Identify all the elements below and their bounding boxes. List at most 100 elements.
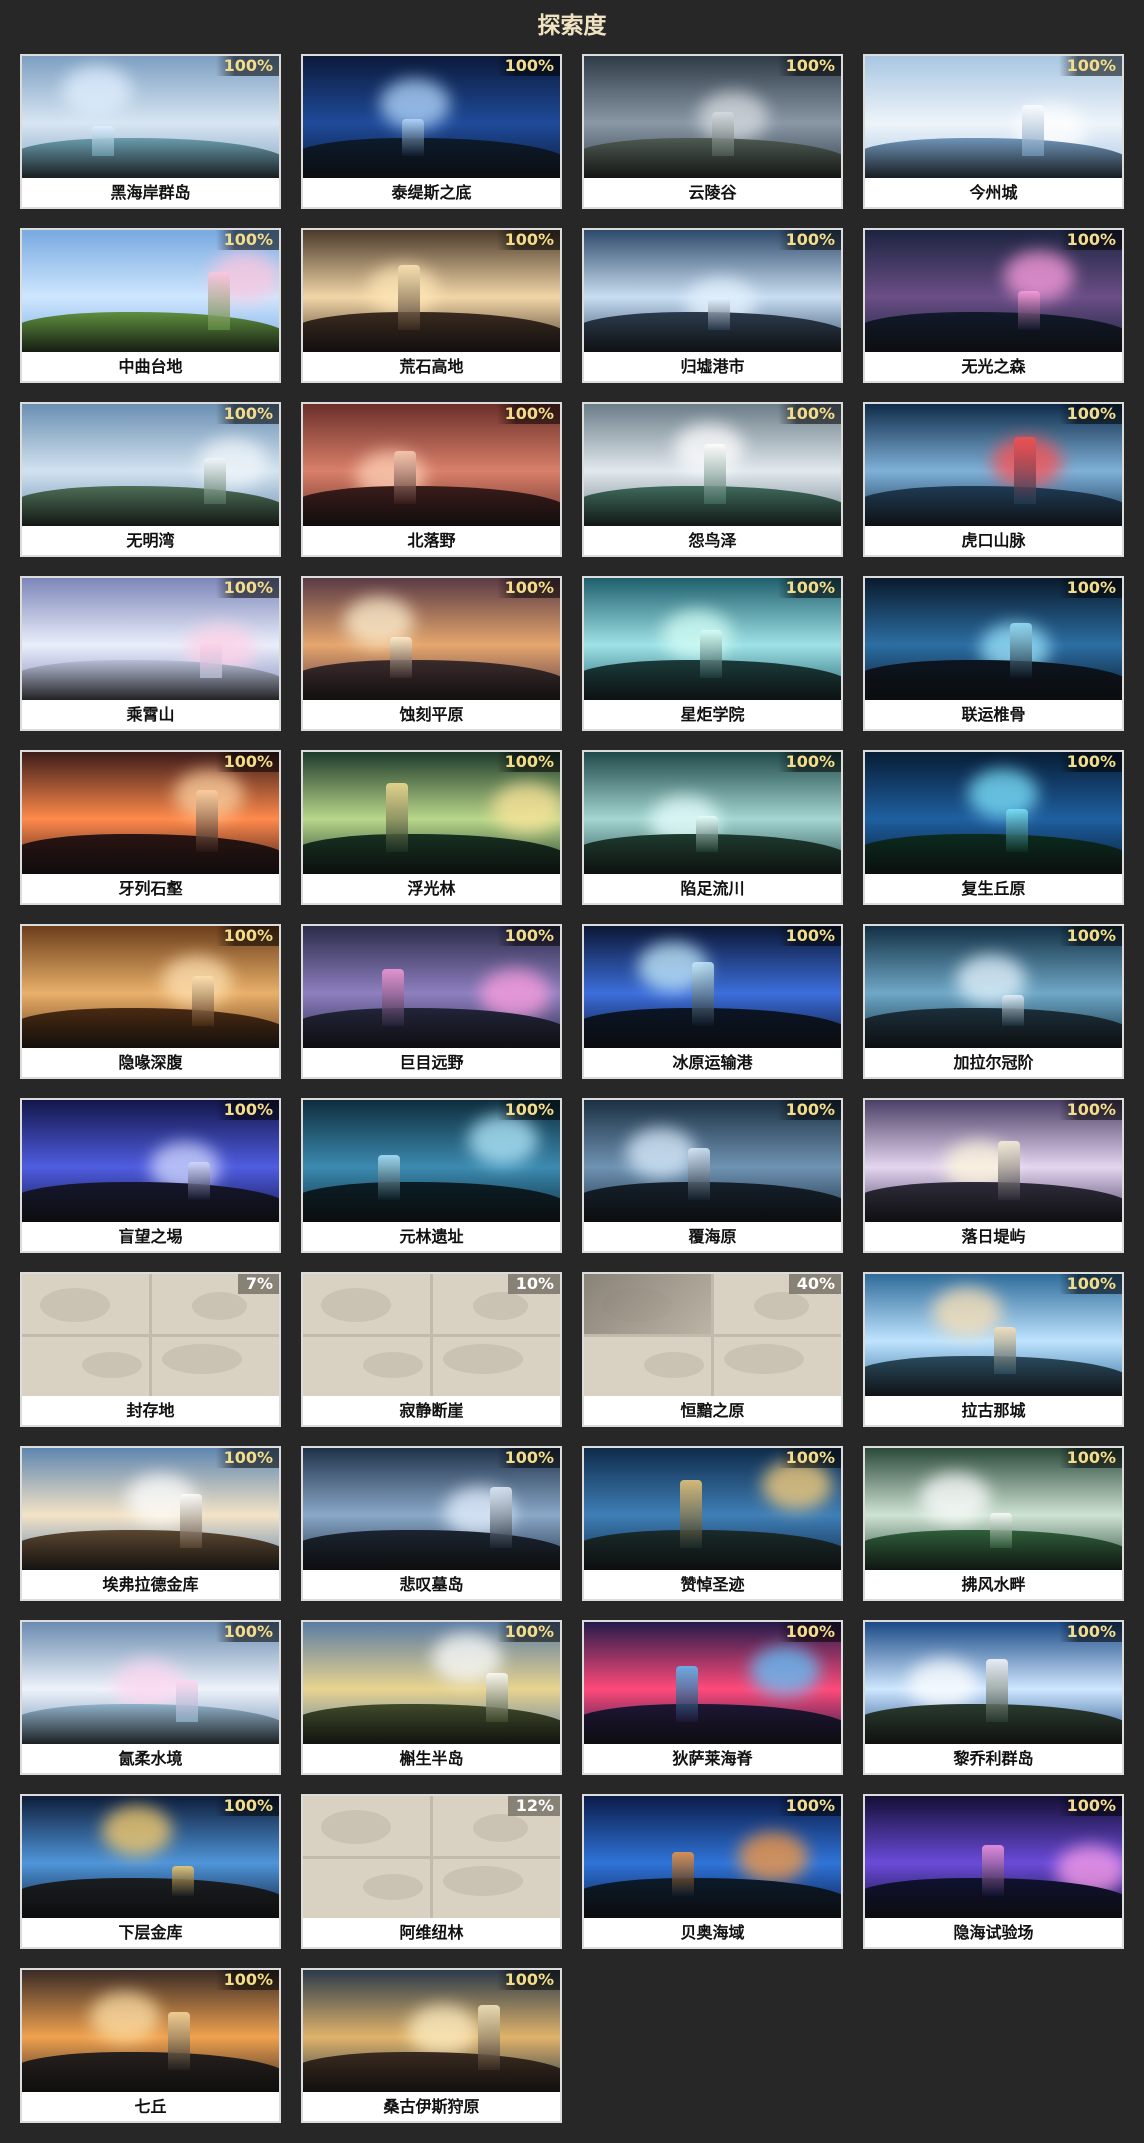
region-card[interactable]: 100% 浮光林	[301, 750, 562, 905]
region-name: 恒黯之原	[584, 1396, 841, 1425]
page-title: 探索度	[537, 13, 607, 39]
region-card[interactable]: 100% 无明湾	[20, 402, 281, 557]
region-thumbnail: 100%	[865, 404, 1122, 526]
region-thumbnail: 100%	[22, 1796, 279, 1918]
region-card[interactable]: 7% 封存地	[20, 1272, 281, 1427]
region-card[interactable]: 100% 盲望之埸	[20, 1098, 281, 1253]
exploration-percent: 100%	[1058, 1796, 1122, 1816]
region-thumbnail: 100%	[584, 1622, 841, 1744]
region-thumbnail: 40%	[584, 1274, 841, 1396]
region-card[interactable]: 100% 加拉尔冠阶	[863, 924, 1124, 1079]
region-thumbnail: 7%	[22, 1274, 279, 1396]
region-name: 蚀刻平原	[303, 700, 560, 729]
region-name: 落日堤屿	[865, 1222, 1122, 1251]
region-card[interactable]: 100% 隐海试验场	[863, 1794, 1124, 1949]
region-card[interactable]: 100% 黎乔利群岛	[863, 1620, 1124, 1775]
exploration-percent: 100%	[777, 1100, 841, 1120]
region-thumbnail: 100%	[22, 1622, 279, 1744]
region-thumbnail: 100%	[303, 578, 560, 700]
region-card[interactable]: 100% 蚀刻平原	[301, 576, 562, 731]
exploration-percent: 40%	[788, 1274, 841, 1294]
exploration-percent: 100%	[777, 1796, 841, 1816]
region-card[interactable]: 100% 荒石高地	[301, 228, 562, 383]
region-card[interactable]: 100% 黑海岸群岛	[20, 54, 281, 209]
region-card[interactable]: 100% 今州城	[863, 54, 1124, 209]
region-name: 荒石高地	[303, 352, 560, 381]
exploration-percent: 100%	[1058, 1622, 1122, 1642]
region-card[interactable]: 100% 陷足流川	[582, 750, 843, 905]
region-card[interactable]: 100% 赞悼圣迹	[582, 1446, 843, 1601]
region-card[interactable]: 100% 埃弗拉德金库	[20, 1446, 281, 1601]
region-card[interactable]: 100% 冰原运输港	[582, 924, 843, 1079]
region-card[interactable]: 100% 巨目远野	[301, 924, 562, 1079]
exploration-percent: 100%	[777, 404, 841, 424]
region-card[interactable]: 100% 贝奥海域	[582, 1794, 843, 1949]
region-card[interactable]: 12% 阿维纽林	[301, 1794, 562, 1949]
region-card[interactable]: 100% 拂风水畔	[863, 1446, 1124, 1601]
region-thumbnail: 100%	[22, 1970, 279, 2092]
region-card[interactable]: 100% 落日堤屿	[863, 1098, 1124, 1253]
region-name: 赞悼圣迹	[584, 1570, 841, 1599]
exploration-percent: 100%	[215, 926, 279, 946]
region-thumbnail: 100%	[22, 1100, 279, 1222]
region-name: 覆海原	[584, 1222, 841, 1251]
region-thumbnail: 100%	[303, 1622, 560, 1744]
exploration-percent: 100%	[777, 230, 841, 250]
region-card[interactable]: 40% 恒黯之原	[582, 1272, 843, 1427]
region-card[interactable]: 100% 乘霄山	[20, 576, 281, 731]
region-card[interactable]: 100% 怨鸟泽	[582, 402, 843, 557]
region-name: 复生丘原	[865, 874, 1122, 903]
region-thumbnail: 100%	[584, 56, 841, 178]
region-card[interactable]: 100% 下层金库	[20, 1794, 281, 1949]
region-card[interactable]: 100% 七丘	[20, 1968, 281, 2123]
region-thumbnail: 100%	[865, 926, 1122, 1048]
region-card[interactable]: 10% 寂静断崖	[301, 1272, 562, 1427]
region-card[interactable]: 100% 拉古那城	[863, 1272, 1124, 1427]
region-card[interactable]: 100% 复生丘原	[863, 750, 1124, 905]
exploration-percent: 100%	[1058, 1274, 1122, 1294]
region-card[interactable]: 100% 桑古伊斯狩原	[301, 1968, 562, 2123]
exploration-percent: 100%	[496, 230, 560, 250]
region-card[interactable]: 100% 中曲台地	[20, 228, 281, 383]
region-card[interactable]: 100% 牙列石壑	[20, 750, 281, 905]
exploration-percent: 7%	[237, 1274, 279, 1294]
region-name: 联运椎骨	[865, 700, 1122, 729]
region-card[interactable]: 100% 联运椎骨	[863, 576, 1124, 731]
region-thumbnail: 100%	[865, 1448, 1122, 1570]
region-card[interactable]: 100% 归墟港市	[582, 228, 843, 383]
exploration-percent: 100%	[215, 1622, 279, 1642]
region-card[interactable]: 100% 元林遗址	[301, 1098, 562, 1253]
exploration-percent: 100%	[777, 1622, 841, 1642]
region-card[interactable]: 100% 星炬学院	[582, 576, 843, 731]
exploration-percent: 12%	[507, 1796, 560, 1816]
exploration-percent: 100%	[777, 56, 841, 76]
region-name: 牙列石壑	[22, 874, 279, 903]
region-card[interactable]: 100% 云陵谷	[582, 54, 843, 209]
region-card[interactable]: 100% 氤柔水境	[20, 1620, 281, 1775]
region-name: 贝奥海域	[584, 1918, 841, 1947]
exploration-percent: 100%	[1058, 926, 1122, 946]
region-thumbnail: 100%	[584, 1796, 841, 1918]
exploration-percent: 100%	[1058, 1448, 1122, 1468]
region-card[interactable]: 100% 泰缇斯之底	[301, 54, 562, 209]
exploration-percent: 100%	[496, 56, 560, 76]
region-thumbnail: 100%	[303, 404, 560, 526]
region-name: 北落野	[303, 526, 560, 555]
region-thumbnail: 100%	[22, 578, 279, 700]
region-card[interactable]: 100% 槲生半岛	[301, 1620, 562, 1775]
region-name: 黑海岸群岛	[22, 178, 279, 207]
region-thumbnail: 100%	[584, 404, 841, 526]
region-name: 陷足流川	[584, 874, 841, 903]
region-thumbnail: 100%	[865, 1796, 1122, 1918]
exploration-percent: 100%	[496, 926, 560, 946]
region-card[interactable]: 100% 虎口山脉	[863, 402, 1124, 557]
region-thumbnail: 10%	[303, 1274, 560, 1396]
region-card[interactable]: 100% 覆海原	[582, 1098, 843, 1253]
region-thumbnail: 100%	[865, 56, 1122, 178]
region-card[interactable]: 100% 北落野	[301, 402, 562, 557]
region-card[interactable]: 100% 狄萨莱海脊	[582, 1620, 843, 1775]
region-card[interactable]: 100% 悲叹墓岛	[301, 1446, 562, 1601]
region-card[interactable]: 100% 隐喙深腹	[20, 924, 281, 1079]
region-card[interactable]: 100% 无光之森	[863, 228, 1124, 383]
region-name: 虎口山脉	[865, 526, 1122, 555]
